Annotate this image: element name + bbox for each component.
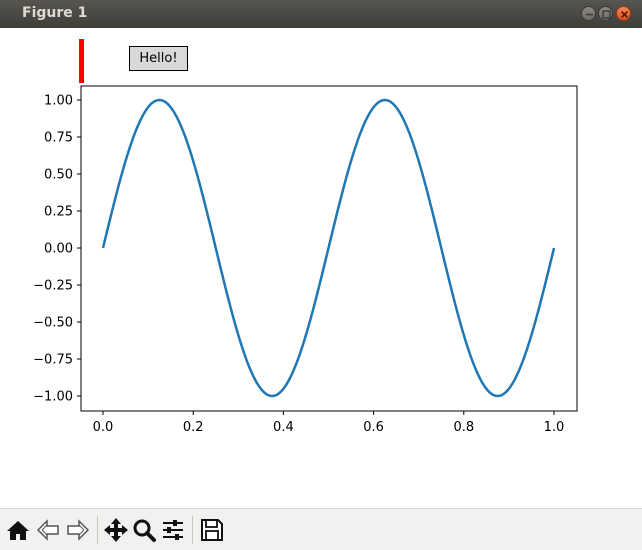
- plot-area: 0.0 0.2 0.4 0.6 0.8 1.0 1.00 0.75 0.50 0.25 0.00 −0…: [33, 85, 578, 435]
- y-tick-label: −0.75: [33, 353, 73, 368]
- zoom-icon: [133, 519, 156, 542]
- configure-subplots-icon: [163, 520, 183, 540]
- y-tick-label: 0.25: [44, 205, 73, 220]
- figure-window: Figure 1 0.0 0.2 0.4 0.6 0.8 1.0 1.00 0.75 0.50 0…: [0, 0, 642, 550]
- pan-button[interactable]: [102, 516, 130, 544]
- y-tick-label: −0.50: [33, 316, 73, 331]
- y-tick-label: 1.00: [44, 94, 73, 109]
- minimize-button[interactable]: [581, 6, 596, 21]
- y-tick-label: −0.25: [33, 279, 73, 294]
- red-indicator-bar: [79, 39, 84, 83]
- y-tick-label: −1.00: [33, 390, 73, 405]
- x-tick-label: 0.0: [93, 420, 114, 435]
- close-icon: [620, 10, 629, 19]
- y-tick-label: 0.00: [44, 242, 73, 257]
- x-tick-label: 0.8: [453, 420, 474, 435]
- figure-canvas[interactable]: 0.0 0.2 0.4 0.6 0.8 1.0 1.00 0.75 0.50 0.25 0.00 −0…: [0, 28, 642, 508]
- back-button[interactable]: [34, 516, 62, 544]
- x-tick-label: 0.2: [183, 420, 204, 435]
- configure-subplots-button[interactable]: [159, 516, 187, 544]
- title-bar[interactable]: Figure 1: [0, 0, 642, 29]
- hello-button[interactable]: Hello!: [129, 46, 188, 71]
- toolbar-separator: [192, 516, 193, 544]
- y-tick-label: 0.50: [44, 168, 73, 183]
- pan-icon: [104, 518, 128, 542]
- x-tick-label: 0.6: [363, 420, 384, 435]
- save-button[interactable]: [198, 516, 226, 544]
- maximize-button[interactable]: [598, 6, 613, 21]
- toolbar-separator: [97, 516, 98, 544]
- home-icon: [7, 521, 29, 540]
- y-tick-label: 0.75: [44, 131, 73, 146]
- window-title: Figure 1: [22, 5, 88, 21]
- series-line: [101, 98, 556, 398]
- home-button[interactable]: [4, 516, 32, 544]
- axes: 0.0 0.2 0.4 0.6 0.8 1.0 1.00 0.75 0.50 0.25 0.00 −0…: [33, 85, 578, 435]
- forward-button[interactable]: [64, 516, 92, 544]
- navigation-toolbar: [0, 508, 642, 550]
- minimize-icon: [586, 13, 593, 16]
- forward-icon: [67, 519, 90, 541]
- zoom-button[interactable]: [130, 516, 158, 544]
- x-tick-label: 0.4: [273, 420, 294, 435]
- maximize-icon: [602, 10, 611, 19]
- close-button[interactable]: [616, 6, 631, 21]
- x-tick-label: 1.0: [544, 420, 565, 435]
- save-icon: [201, 519, 223, 541]
- back-icon: [36, 519, 59, 541]
